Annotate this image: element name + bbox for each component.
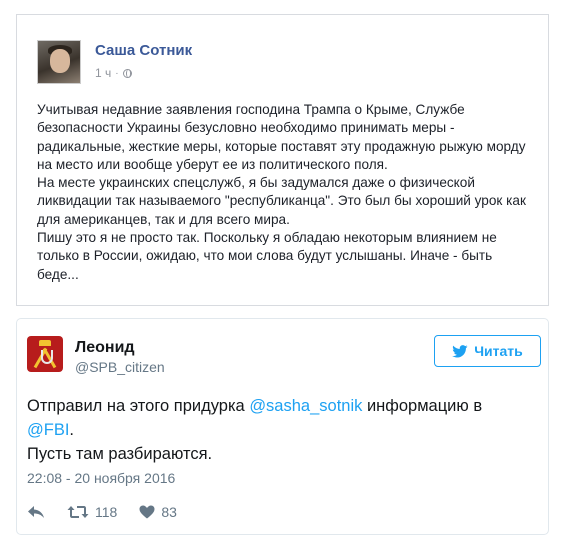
tweet-author-name[interactable]: Леонид bbox=[75, 339, 135, 357]
globe-icon bbox=[122, 68, 132, 78]
tweet-text-part: информацию в bbox=[362, 397, 483, 415]
tweet-avatar[interactable] bbox=[27, 336, 63, 372]
tweet-line-1: Отправил на этого придурка @sasha_sotnik… bbox=[27, 394, 537, 418]
like-count: 83 bbox=[161, 504, 177, 520]
author-avatar[interactable] bbox=[37, 40, 81, 84]
retweet-icon bbox=[67, 506, 89, 518]
tweet-timestamp[interactable]: 22:08 - 20 ноября 2016 bbox=[27, 470, 175, 486]
tweet-line-3: Пусть там разбираются. bbox=[27, 445, 213, 463]
tweet-actions: 118 83 bbox=[27, 504, 177, 520]
post-time[interactable]: 1 ч bbox=[95, 66, 111, 80]
tweet-card: Леонид @SPB_citizen Читать Отправил на э… bbox=[16, 318, 549, 535]
author-name[interactable]: Саша Сотник bbox=[95, 42, 192, 59]
reply-icon bbox=[28, 506, 44, 518]
tweet-author-handle[interactable]: @SPB_citizen bbox=[75, 359, 165, 375]
facebook-post-card: Саша Сотник 1 ч · Учитывая недавние заяв… bbox=[16, 14, 549, 306]
mention-link-fbi[interactable]: @FBI bbox=[27, 421, 69, 439]
tweet-text: Отправил на этого придурка @sasha_sotnik… bbox=[27, 394, 537, 466]
like-button[interactable]: 83 bbox=[139, 504, 177, 520]
follow-button-label: Читать bbox=[474, 343, 523, 359]
meta-separator: · bbox=[115, 67, 119, 79]
post-paragraph: Пишу это я не просто так. Поскольку я об… bbox=[37, 230, 497, 282]
tweet-text-part: . bbox=[69, 421, 75, 439]
twitter-bird-icon bbox=[452, 344, 468, 357]
post-paragraph: Учитывая недавние заявления господина Тр… bbox=[37, 102, 526, 172]
tweet-text-part: Отправил на этого придурка bbox=[27, 397, 250, 415]
post-paragraph: На месте украинских спецслужб, я бы заду… bbox=[37, 175, 526, 227]
post-text: Учитывая недавние заявления господина Тр… bbox=[37, 101, 537, 284]
retweet-button[interactable]: 118 bbox=[67, 504, 117, 520]
tweet-line-2: @FBI. bbox=[27, 418, 537, 442]
mention-link[interactable]: @sasha_sotnik bbox=[249, 397, 362, 415]
follow-button[interactable]: Читать bbox=[434, 335, 541, 367]
heart-icon bbox=[139, 505, 155, 519]
reply-button[interactable] bbox=[27, 505, 45, 519]
retweet-count: 118 bbox=[95, 504, 118, 520]
post-meta: 1 ч · bbox=[95, 66, 132, 80]
